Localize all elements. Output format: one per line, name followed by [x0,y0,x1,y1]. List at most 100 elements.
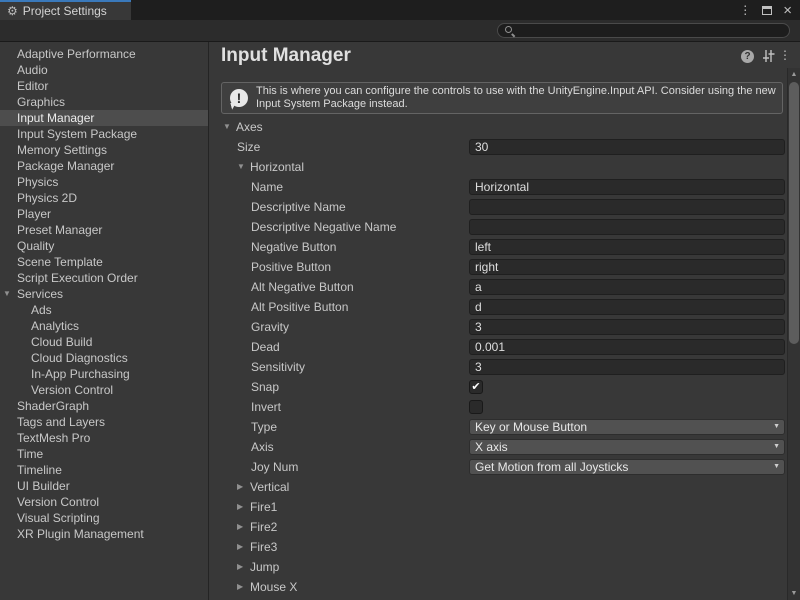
sidebar-item-label: Scene Template [0,254,208,270]
sidebar-item-shadergraph[interactable]: ShaderGraph [0,398,208,414]
property-label-axes[interactable]: Axes [236,117,263,137]
property-label-jump[interactable]: Jump [250,557,279,577]
sidebar-item-label: Tags and Layers [0,414,208,430]
snap-checkbox[interactable]: ✔ [469,380,483,394]
tab-project-settings[interactable]: ⚙ Project Settings [0,0,131,20]
sidebar-item-package-manager[interactable]: Package Manager [0,158,208,174]
row-fire1: ▶ Fire1 [209,497,800,517]
foldout-vertical-icon[interactable]: ▶ [237,477,243,497]
sidebar-item-ui-builder[interactable]: UI Builder [0,478,208,494]
sidebar-item-audio[interactable]: Audio [0,62,208,78]
property-label-fire1[interactable]: Fire1 [250,497,277,517]
settings-rows: ▼AxesSize30▼HorizontalNameHorizontalDesc… [209,117,800,597]
kebab-menu-icon[interactable]: ⋮ [739,4,751,16]
sidebar-item-tags-and-layers[interactable]: Tags and Layers [0,414,208,430]
help-icon[interactable]: ? [741,50,754,63]
row-alt-positive-button: Alt Positive Button d [209,297,800,317]
alt-negative-button-field[interactable]: a [469,279,785,295]
descriptive-name-field[interactable] [469,199,785,215]
info-bubble-icon: ! [230,89,248,107]
foldout-services-icon[interactable]: ▼ [3,286,11,302]
dead-field[interactable]: 0.001 [469,339,785,355]
sidebar-item-graphics[interactable]: Graphics [0,94,208,110]
sidebar-item-label: Ads [0,302,208,318]
foldout-mouse-x-icon[interactable]: ▶ [237,577,243,597]
property-label-fire3[interactable]: Fire3 [250,537,277,557]
sidebar-item-label: Cloud Diagnostics [0,350,208,366]
foldout-jump-icon[interactable]: ▶ [237,557,243,577]
sidebar-item-quality[interactable]: Quality [0,238,208,254]
gravity-field[interactable]: 3 [469,319,785,335]
foldout-fire1-icon[interactable]: ▶ [237,497,243,517]
descriptive-negative-name-field[interactable] [469,219,785,235]
sidebar-item-script-execution-order[interactable]: Script Execution Order [0,270,208,286]
sidebar-item-services[interactable]: ▼Services [0,286,208,302]
property-label-positive-button: Positive Button [251,257,331,277]
kebab-menu-icon[interactable]: ⋮ [779,49,791,61]
alt-positive-button-field[interactable]: d [469,299,785,315]
row-negative-button: Negative Button left [209,237,800,257]
scroll-up-icon[interactable]: ▲ [788,71,800,78]
close-icon[interactable]: × [783,3,792,18]
sidebar-item-physics[interactable]: Physics [0,174,208,190]
sidebar-item-ads[interactable]: Ads [0,302,208,318]
property-label-gravity: Gravity [251,317,289,337]
sidebar-item-xr-plugin-management[interactable]: XR Plugin Management [0,526,208,542]
scrollbar-thumb[interactable] [789,82,799,344]
foldout-horizontal-icon[interactable]: ▼ [237,157,245,177]
sidebar-item-player[interactable]: Player [0,206,208,222]
sidebar-item-timeline[interactable]: Timeline [0,462,208,478]
property-label-vertical[interactable]: Vertical [250,477,289,497]
row-positive-button: Positive Button right [209,257,800,277]
property-label-alt-positive-button: Alt Positive Button [251,297,348,317]
scroll-down-icon[interactable]: ▼ [788,590,800,597]
vertical-scrollbar[interactable]: ▲ ▼ [787,68,800,600]
name-field[interactable]: Horizontal [469,179,785,195]
sidebar-item-preset-manager[interactable]: Preset Manager [0,222,208,238]
type-dropdown[interactable]: Key or Mouse Button▼ [469,419,785,435]
foldout-axes-icon[interactable]: ▼ [223,117,231,137]
foldout-fire3-icon[interactable]: ▶ [237,537,243,557]
axis-dropdown[interactable]: X axis▼ [469,439,785,455]
joy-num-dropdown[interactable]: Get Motion from all Joysticks▼ [469,459,785,475]
sidebar-item-cloud-build[interactable]: Cloud Build [0,334,208,350]
property-label-negative-button: Negative Button [251,237,336,257]
sidebar-item-in-app-purchasing[interactable]: In-App Purchasing [0,366,208,382]
sidebar-item-label: Adaptive Performance [0,46,208,62]
sidebar-item-version-control[interactable]: Version Control [0,494,208,510]
sidebar-item-label: Graphics [0,94,208,110]
sidebar-item-editor[interactable]: Editor [0,78,208,94]
positive-button-field[interactable]: right [469,259,785,275]
property-label-horizontal[interactable]: Horizontal [250,157,304,177]
maximize-icon[interactable] [762,6,772,15]
sidebar-item-cloud-diagnostics[interactable]: Cloud Diagnostics [0,350,208,366]
row-vertical: ▶ Vertical [209,477,800,497]
sidebar-item-analytics[interactable]: Analytics [0,318,208,334]
sidebar-item-scene-template[interactable]: Scene Template [0,254,208,270]
chevron-down-icon: ▼ [773,460,780,474]
property-label-size: Size [237,137,260,157]
row-type: TypeKey or Mouse Button▼ [209,417,800,437]
sensitivity-field[interactable]: 3 [469,359,785,375]
sidebar-item-time[interactable]: Time [0,446,208,462]
sidebar-item-input-system-package[interactable]: Input System Package [0,126,208,142]
sidebar-item-label: Version Control [0,494,208,510]
search-input[interactable] [519,24,789,37]
property-label-mouse-x[interactable]: Mouse X [250,577,297,597]
sidebar-item-version-control[interactable]: Version Control [0,382,208,398]
invert-checkbox[interactable] [469,400,483,414]
sidebar-item-memory-settings[interactable]: Memory Settings [0,142,208,158]
sidebar-item-textmesh-pro[interactable]: TextMesh Pro [0,430,208,446]
property-label-fire2[interactable]: Fire2 [250,517,277,537]
sidebar-item-visual-scripting[interactable]: Visual Scripting [0,510,208,526]
search-field[interactable] [497,23,790,38]
sidebar-item-input-manager[interactable]: Input Manager [0,110,208,126]
presets-icon[interactable] [762,50,775,62]
size-field[interactable]: 30 [469,139,785,155]
foldout-fire2-icon[interactable]: ▶ [237,517,243,537]
sidebar-item-adaptive-performance[interactable]: Adaptive Performance [0,46,208,62]
sidebar-item-label: Preset Manager [0,222,208,238]
axis-dropdown-value: X axis [475,440,508,454]
negative-button-field[interactable]: left [469,239,785,255]
sidebar-item-physics-2d[interactable]: Physics 2D [0,190,208,206]
